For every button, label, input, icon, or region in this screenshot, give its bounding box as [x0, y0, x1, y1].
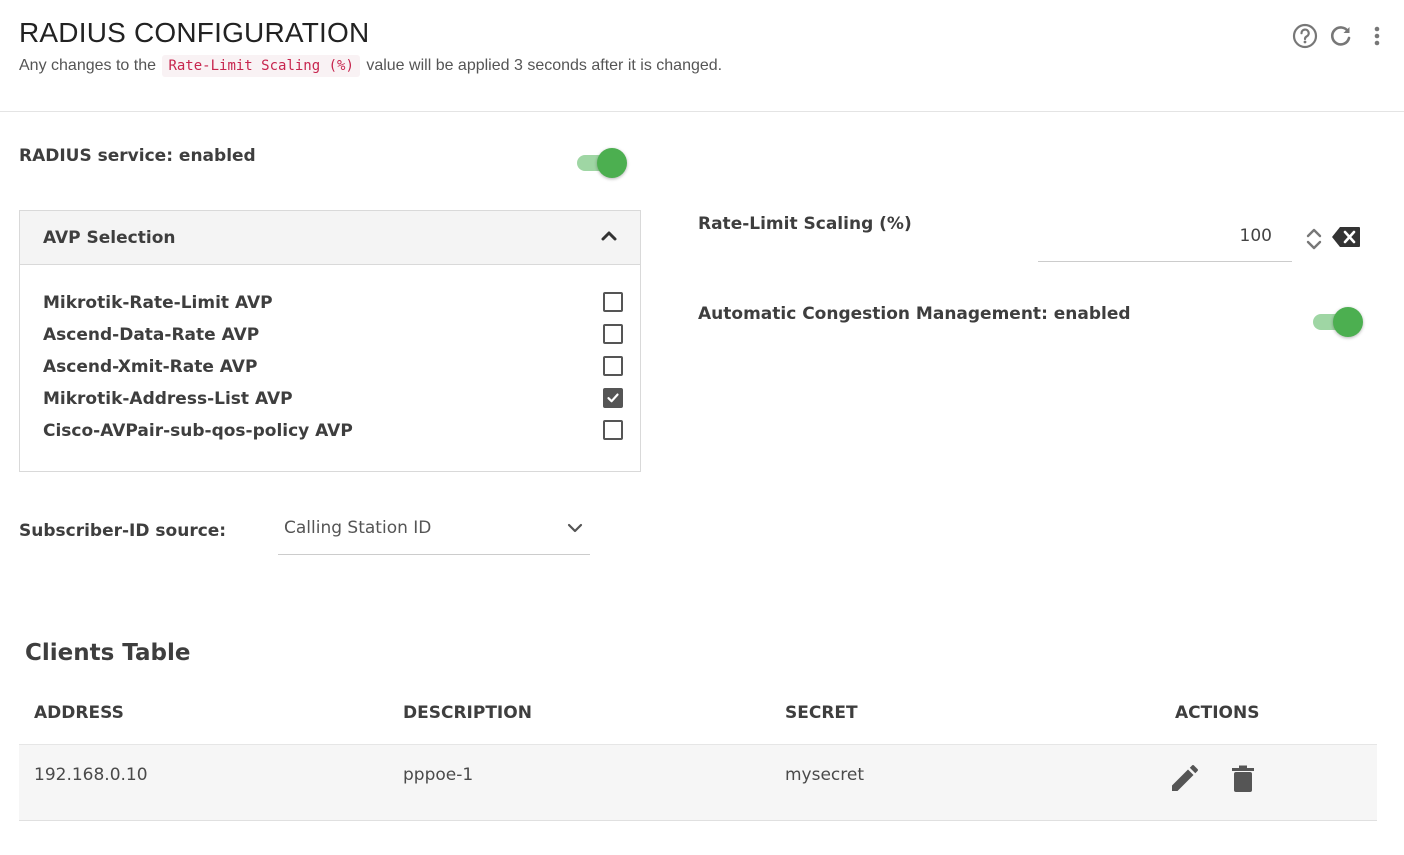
subtitle-text-before: Any changes to the [19, 57, 156, 74]
subscriber-id-select[interactable]: Calling Station ID [278, 505, 590, 555]
help-icon[interactable] [1291, 22, 1319, 50]
congestion-management-toggle[interactable] [1311, 305, 1365, 337]
more-vert-icon[interactable] [1363, 22, 1391, 50]
table-row: 192.168.0.10 pppoe-1 mysecret [19, 744, 1377, 821]
cell-address: 192.168.0.10 [34, 765, 148, 785]
avp-item-label: Mikrotik-Rate-Limit AVP [43, 293, 273, 313]
toggle-knob [597, 148, 627, 178]
chevron-up-icon [601, 231, 617, 241]
rate-limit-input[interactable]: 100 [1038, 216, 1292, 262]
avp-item-label: Cisco-AVPair-sub-qos-policy AVP [43, 421, 353, 441]
avp-selection-panel: AVP Selection Mikrotik-Rate-Limit AVP As… [19, 210, 641, 472]
avp-item-cisco-avpair: Cisco-AVPair-sub-qos-policy AVP [43, 417, 623, 447]
avp-item-ascend-data-rate: Ascend-Data-Rate AVP [43, 321, 623, 351]
clients-table-title: Clients Table [25, 640, 191, 666]
column-header-address: ADDRESS [34, 703, 124, 723]
column-header-description: DESCRIPTION [403, 703, 532, 723]
toggle-knob [1333, 307, 1363, 337]
rate-limit-label: Rate-Limit Scaling (%) [698, 214, 912, 234]
stepper-icon[interactable] [1304, 226, 1324, 252]
page-header: RADIUS CONFIGURATION Any changes to the … [0, 0, 1404, 112]
column-header-actions: ACTIONS [1175, 703, 1260, 723]
chevron-down-icon [567, 523, 583, 533]
check-icon [607, 393, 619, 403]
column-header-secret: SECRET [785, 703, 858, 723]
avp-item-ascend-xmit-rate: Ascend-Xmit-Rate AVP [43, 353, 623, 383]
backspace-icon[interactable] [1331, 226, 1361, 248]
delete-icon[interactable] [1227, 763, 1259, 795]
cell-secret: mysecret [785, 765, 865, 785]
avp-selection-title: AVP Selection [43, 228, 176, 248]
avp-item-label: Ascend-Data-Rate AVP [43, 325, 260, 345]
avp-item-mikrotik-address-list: Mikrotik-Address-List AVP [43, 385, 623, 415]
avp-selection-header[interactable]: AVP Selection [20, 211, 640, 265]
subtitle-text-after: value will be applied 3 seconds after it… [366, 57, 723, 74]
avp-checkbox-mikrotik-rate-limit[interactable] [603, 292, 623, 312]
subscriber-id-value: Calling Station ID [284, 518, 432, 538]
subscriber-id-label: Subscriber-ID source: [19, 521, 227, 541]
page-subtitle: Any changes to the Rate-Limit Scaling (%… [19, 55, 723, 77]
cell-description: pppoe-1 [403, 765, 474, 785]
radius-service-toggle[interactable] [575, 146, 629, 178]
rate-limit-value: 100 [1239, 226, 1272, 246]
radius-service-label: RADIUS service: enabled [19, 146, 256, 166]
avp-item-mikrotik-rate-limit: Mikrotik-Rate-Limit AVP [43, 289, 623, 319]
edit-icon[interactable] [1168, 763, 1200, 795]
avp-item-label: Mikrotik-Address-List AVP [43, 389, 293, 409]
avp-checkbox-cisco-avpair[interactable] [603, 420, 623, 440]
avp-checkbox-ascend-data-rate[interactable] [603, 324, 623, 344]
page-title: RADIUS CONFIGURATION [19, 17, 370, 48]
avp-checkbox-ascend-xmit-rate[interactable] [603, 356, 623, 376]
refresh-icon[interactable] [1327, 22, 1355, 50]
avp-item-label: Ascend-Xmit-Rate AVP [43, 357, 258, 377]
subtitle-code: Rate-Limit Scaling (%) [162, 55, 360, 77]
congestion-management-label: Automatic Congestion Management: enabled [698, 304, 1131, 324]
avp-checkbox-mikrotik-address-list[interactable] [603, 388, 623, 408]
